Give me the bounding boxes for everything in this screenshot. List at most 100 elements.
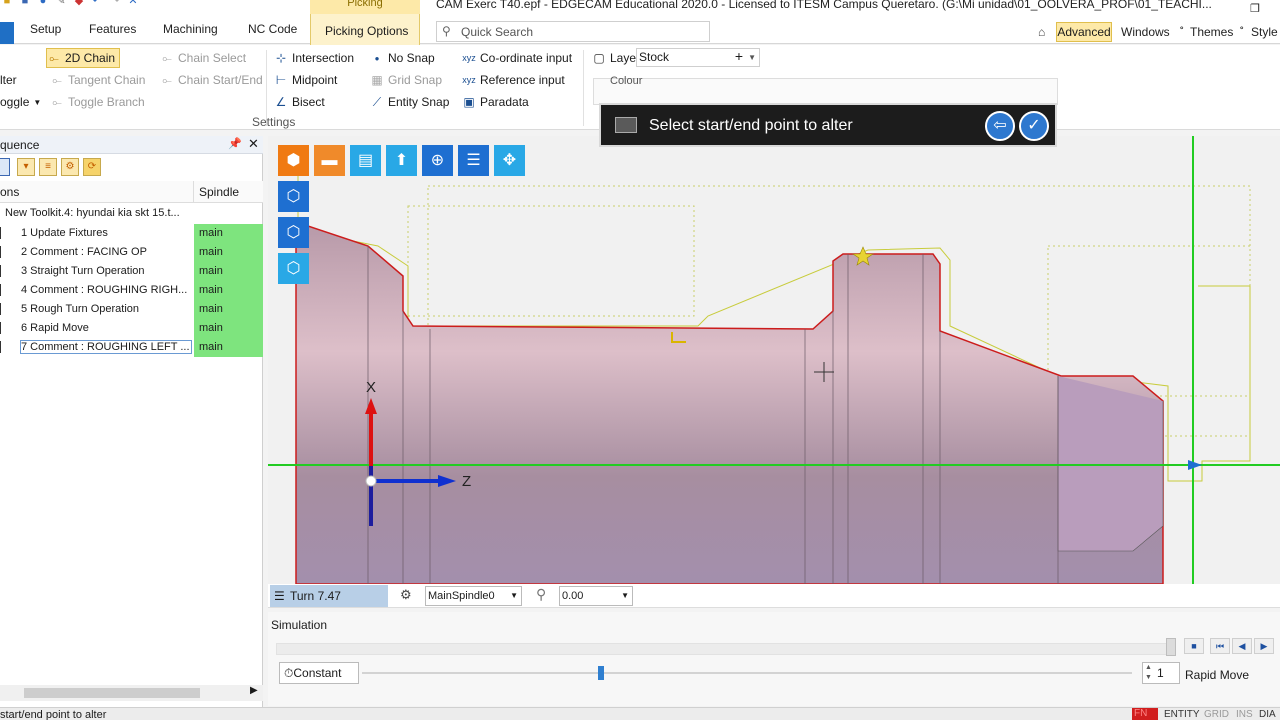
- machine-view-icon[interactable]: ▬: [314, 145, 345, 176]
- midpoint-button[interactable]: ⊢ Midpoint: [274, 70, 338, 90]
- simulation-progress-handle[interactable]: [1166, 638, 1176, 656]
- side-view-icon[interactable]: ⬡: [278, 253, 309, 284]
- redo-icon[interactable]: ↷: [108, 0, 122, 8]
- front-view-icon[interactable]: ⬡: [278, 217, 309, 248]
- tab-machining[interactable]: Machining: [163, 22, 218, 36]
- speed-slider-track[interactable]: [362, 672, 1132, 674]
- sequence-row[interactable]: 1 Update Fixtures main: [0, 224, 263, 243]
- simulation-progress-track[interactable]: [276, 643, 1172, 655]
- checkmark-icon[interactable]: ✓: [1019, 111, 1049, 141]
- grid-indicator[interactable]: GRID: [1204, 709, 1229, 720]
- chain-select-button[interactable]: ⟜ Chain Select: [160, 48, 246, 68]
- toggle-branch-label: Toggle Branch: [68, 95, 145, 109]
- sequence-row[interactable]: 6 Rapid Move main: [0, 319, 263, 338]
- style-menu[interactable]: Style: [1251, 25, 1278, 39]
- cancel-icon[interactable]: ✕: [126, 0, 140, 8]
- operation-name: 3 Straight Turn Operation: [21, 265, 145, 277]
- cube-view-icon[interactable]: ⬢: [278, 145, 309, 176]
- tab-setup[interactable]: Setup: [30, 22, 61, 36]
- chain-start-end-button[interactable]: ⟜ Chain Start/End: [160, 70, 263, 90]
- info-icon[interactable]: ●: [36, 0, 50, 8]
- zoom-icon[interactable]: ⊕: [422, 145, 453, 176]
- first-icon[interactable]: ⏮: [1210, 638, 1230, 654]
- column-divider[interactable]: [193, 181, 194, 203]
- tab-features[interactable]: Features: [89, 22, 136, 36]
- file-tab[interactable]: [0, 22, 14, 44]
- spinner-icon[interactable]: ▲ ▼: [1145, 663, 1152, 683]
- add-layer-icon[interactable]: +: [735, 48, 743, 65]
- undo-icon[interactable]: ↶: [90, 0, 104, 8]
- quick-search-input[interactable]: ⚲ Quick Search: [436, 21, 710, 42]
- no-snap-button[interactable]: ● No Snap: [370, 48, 435, 68]
- tab-nc-code[interactable]: NC Code: [248, 22, 297, 36]
- filter-button[interactable]: lter: [0, 70, 17, 90]
- tangent-chain-button[interactable]: ⟜ Tangent Chain: [50, 70, 145, 90]
- sequence-row[interactable]: 3 Straight Turn Operation main: [0, 262, 263, 281]
- spindle-view-icon[interactable]: ⬆: [386, 145, 417, 176]
- scroll-right-icon[interactable]: ▶: [250, 685, 258, 696]
- iso-view-icon[interactable]: ⬡: [278, 181, 309, 212]
- turn-status[interactable]: ☰ Turn 7.47: [270, 585, 388, 607]
- toolkit-row[interactable]: New Toolkit.4: hyundai kia skt 15.t...: [5, 207, 180, 219]
- horizontal-scrollbar[interactable]: ▶: [0, 685, 263, 701]
- tab-picking-options[interactable]: Picking Options: [310, 14, 420, 45]
- coordinate-input-button[interactable]: xyz Co-ordinate input: [462, 48, 572, 68]
- themes-menu[interactable]: Themes: [1190, 25, 1233, 39]
- paradata-button[interactable]: ▣ Paradata: [462, 92, 528, 112]
- windows-menu[interactable]: Windows: [1121, 25, 1170, 39]
- palette-icon[interactable]: ◆: [72, 0, 86, 8]
- bisect-button[interactable]: ∠ Bisect: [274, 92, 325, 112]
- speed-slider-thumb[interactable]: [597, 666, 604, 680]
- sequence-view-icon[interactable]: [0, 158, 10, 176]
- sequence-row[interactable]: 2 Comment : FACING OP main: [0, 243, 263, 262]
- restore-window-icon[interactable]: ❐: [1250, 2, 1260, 14]
- refresh-icon[interactable]: ⟳: [83, 158, 101, 176]
- layer-select[interactable]: Stock + ▼: [636, 48, 760, 67]
- list-view-icon[interactable]: ≡: [39, 158, 57, 176]
- graphics-viewport[interactable]: X Z: [268, 136, 1280, 584]
- stop-icon[interactable]: ■: [1184, 638, 1204, 654]
- reference-input-button[interactable]: xyz Reference input: [462, 70, 564, 90]
- sequence-row[interactable]: 5 Rough Turn Operation main: [0, 300, 263, 319]
- sequence-row[interactable]: 4 Comment : ROUGHING RIGH... main: [0, 281, 263, 300]
- open-folder-icon[interactable]: ■: [0, 0, 14, 8]
- close-icon[interactable]: ✕: [248, 136, 259, 152]
- fn-indicator[interactable]: FN: [1132, 708, 1158, 720]
- 2d-chain-button[interactable]: ⟜ 2D Chain: [46, 48, 120, 68]
- pin-icon[interactable]: 📌: [228, 137, 242, 150]
- colour-label: Colour: [610, 75, 643, 87]
- themes-menu-icon[interactable]: ˚: [1180, 25, 1184, 39]
- back-arrow-icon[interactable]: ⇦: [985, 111, 1015, 141]
- dia-indicator[interactable]: DIA: [1259, 709, 1276, 720]
- toggle-button[interactable]: oggle ▼: [0, 92, 41, 112]
- filter-sequence-icon[interactable]: ▾: [17, 158, 35, 176]
- toggle-branch-button[interactable]: ⟜ Toggle Branch: [50, 92, 145, 112]
- grid-snap-button[interactable]: ▦ Grid Snap: [370, 70, 442, 90]
- collapse-ribbon-icon[interactable]: ⌂: [1038, 25, 1045, 39]
- grid-view-icon[interactable]: ✥: [494, 145, 525, 176]
- constant-button[interactable]: ⏱Constant: [279, 662, 359, 684]
- layout-view-icon[interactable]: ▤: [350, 145, 381, 176]
- scrollbar-thumb[interactable]: [24, 688, 200, 698]
- step-input[interactable]: ▲ ▼ 1: [1142, 662, 1180, 684]
- angle-select[interactable]: 0.00 ▼: [559, 586, 633, 606]
- column-spindle[interactable]: Spindle: [199, 185, 239, 199]
- intersection-button[interactable]: ⊹ Intersection: [274, 48, 354, 68]
- entity-indicator[interactable]: ENTITY: [1164, 709, 1200, 720]
- part-model[interactable]: X Z: [268, 136, 1280, 584]
- spindle-select[interactable]: MainSpindle0 ▼: [425, 586, 522, 606]
- next-icon[interactable]: ▶: [1254, 638, 1274, 654]
- sequence-row-selected[interactable]: 7 Comment : ROUGHING LEFT ... main: [0, 338, 263, 357]
- lightbulb-icon: ⚲: [442, 24, 451, 38]
- previous-icon[interactable]: ◀: [1232, 638, 1252, 654]
- entity-snap-button[interactable]: ⟋ Entity Snap: [370, 92, 450, 112]
- style-menu-icon[interactable]: ˚: [1240, 25, 1244, 39]
- advanced-button[interactable]: Advanced: [1056, 22, 1112, 42]
- ins-indicator[interactable]: INS: [1236, 709, 1253, 720]
- column-operations[interactable]: ons: [0, 185, 19, 199]
- tools-icon[interactable]: ✎: [54, 0, 68, 8]
- tool-view-icon[interactable]: ⚙: [61, 158, 79, 176]
- save-icon[interactable]: ■: [18, 0, 32, 8]
- sequence-toolbar: ▾ ≡ ⚙ ⟳: [0, 155, 263, 179]
- list-view-icon[interactable]: ☰: [458, 145, 489, 176]
